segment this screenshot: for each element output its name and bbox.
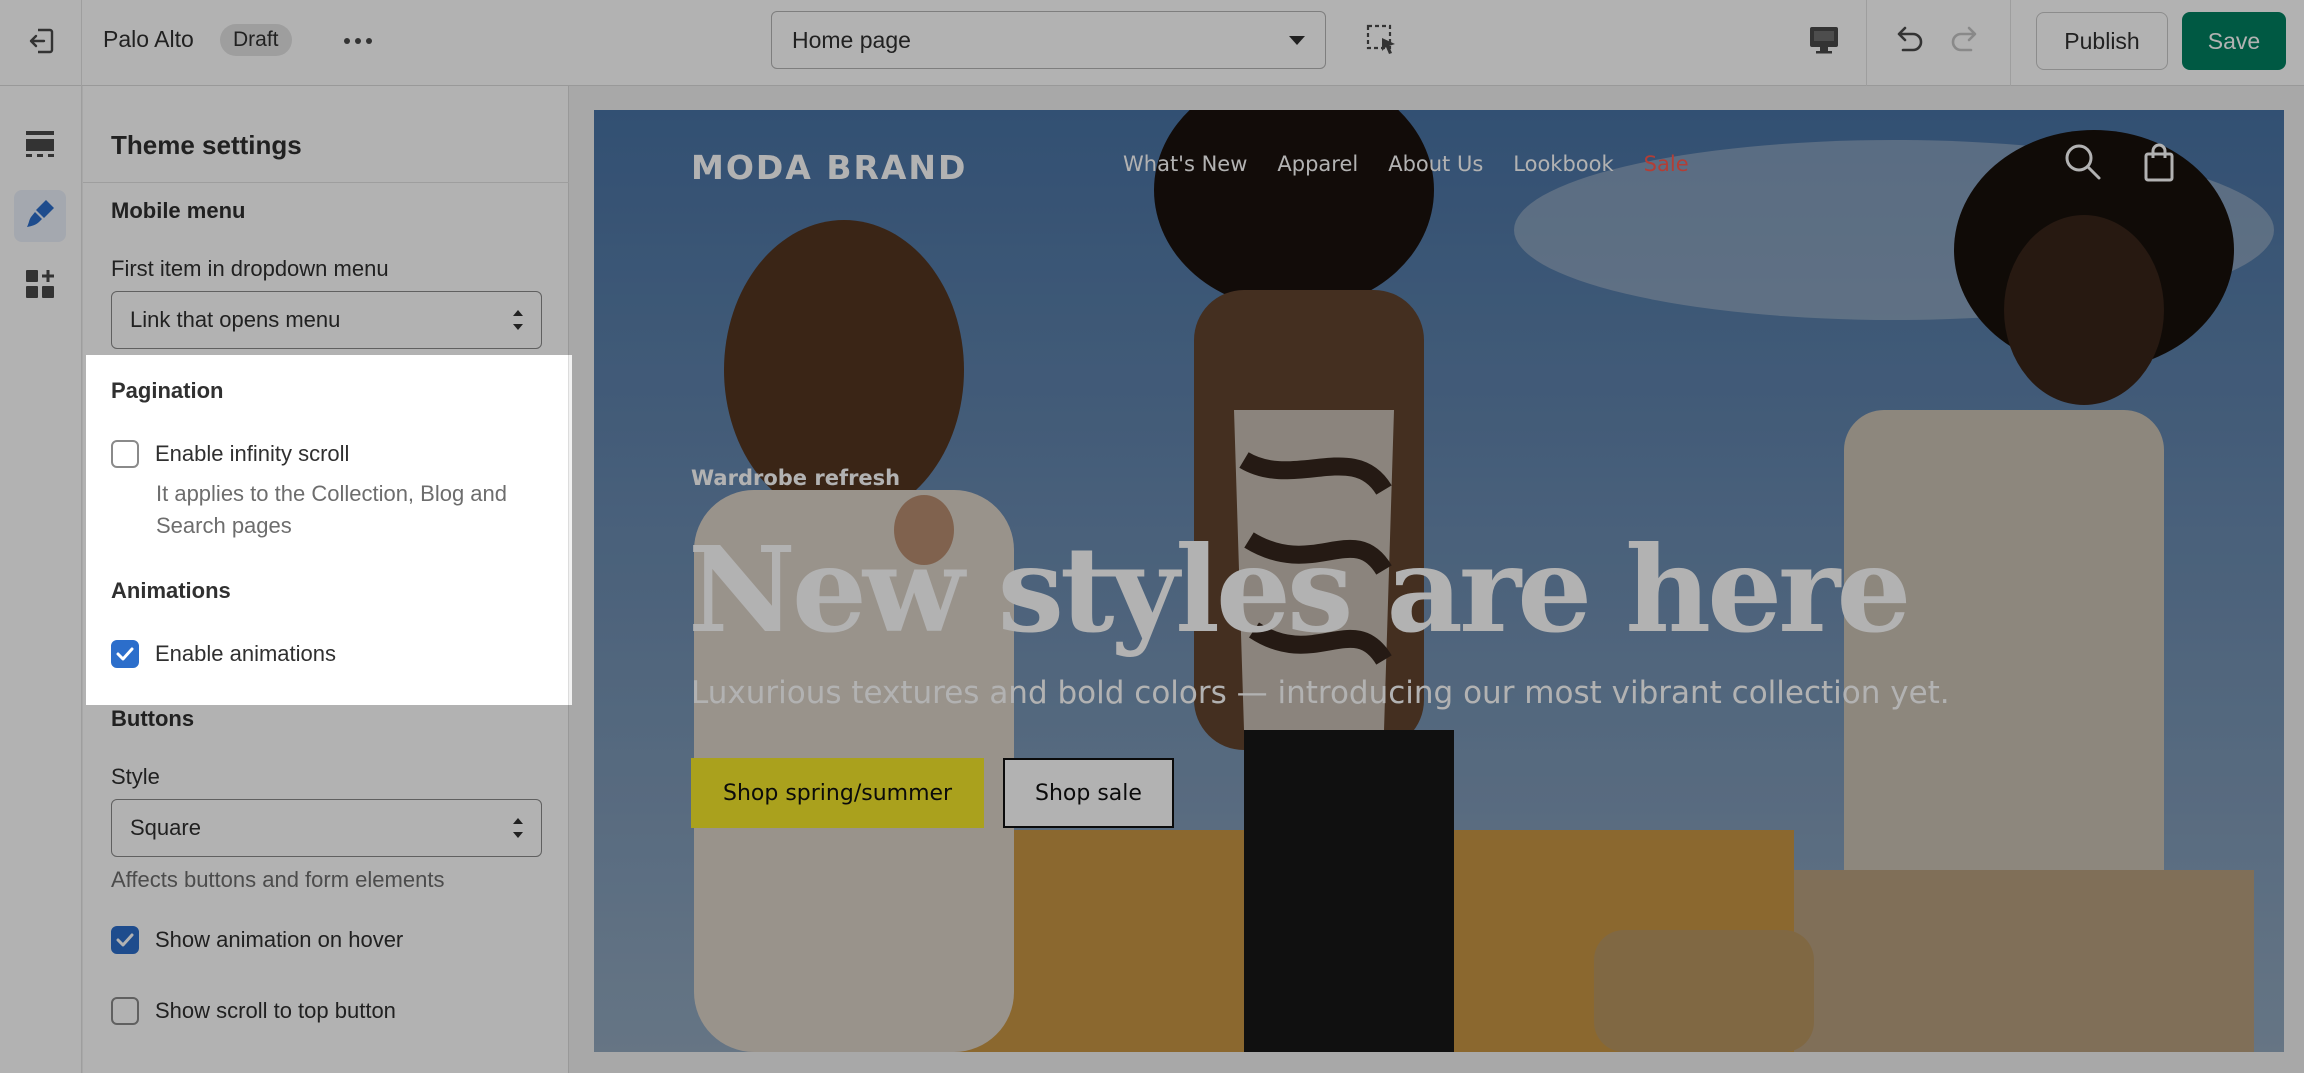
page-selector[interactable]: Home page xyxy=(771,11,1326,69)
status-badge: Draft xyxy=(220,24,292,56)
button-style-value: Square xyxy=(130,815,201,840)
storefront-preview[interactable]: MODA BRAND What's New Apparel About Us L… xyxy=(594,110,2284,1052)
rail-item-apps[interactable] xyxy=(14,260,66,312)
more-horizontal-icon xyxy=(343,33,373,51)
undo-icon xyxy=(1891,24,1925,61)
desktop-view-button[interactable] xyxy=(1800,18,1848,66)
search-icon[interactable] xyxy=(2063,142,2103,187)
rail-item-theme-settings[interactable] xyxy=(14,190,66,242)
top-bar: Palo Alto Draft Home page Publish Save xyxy=(0,0,2304,86)
panel-title: Theme settings xyxy=(111,130,302,160)
infinity-scroll-label: Enable infinity scroll xyxy=(155,441,350,466)
hero-subheading: Luxurious textures and bold colors — int… xyxy=(691,675,1950,711)
inspector-icon xyxy=(1365,23,1399,62)
pagination-heading: Pagination xyxy=(111,378,224,403)
button-style-label: Style xyxy=(111,764,160,789)
store-name: Palo Alto xyxy=(103,26,194,52)
infinity-scroll-option[interactable]: Enable infinity scroll xyxy=(111,440,349,468)
more-actions-button[interactable] xyxy=(338,22,378,62)
exit-icon xyxy=(26,26,56,61)
enable-animations-option[interactable]: Enable animations xyxy=(111,640,336,668)
panel-divider xyxy=(83,182,569,183)
page-selector-value: Home page xyxy=(792,26,911,53)
enable-animations-label: Enable animations xyxy=(155,641,337,666)
undo-button[interactable] xyxy=(1886,18,1930,66)
hero-eyebrow: Wardrobe refresh xyxy=(691,466,901,490)
desktop-icon xyxy=(1808,25,1840,60)
publish-button[interactable]: Publish xyxy=(2036,12,2168,70)
theme-settings-icon xyxy=(24,198,56,235)
infinity-scroll-checkbox[interactable] xyxy=(111,440,139,468)
cart-icon[interactable] xyxy=(2143,142,2175,187)
dropdown-first-item-value: Link that opens menu xyxy=(130,307,341,332)
hover-animation-option[interactable]: Show animation on hover xyxy=(111,926,403,954)
infinity-scroll-help-line: Search pages xyxy=(156,513,292,538)
nav-link-about-us[interactable]: About Us xyxy=(1388,152,1483,176)
save-button[interactable]: Save xyxy=(2182,12,2286,70)
redo-button[interactable] xyxy=(1944,18,1988,66)
exit-button[interactable] xyxy=(0,0,82,86)
nav-link-sale[interactable]: Sale xyxy=(1644,152,1689,176)
apps-icon xyxy=(24,268,56,305)
shop-spring-summer-button[interactable]: Shop spring/summer xyxy=(691,758,985,828)
dropdown-first-item-label: First item in dropdown menu xyxy=(111,256,389,281)
redo-icon xyxy=(1949,24,1983,61)
toolbar-divider xyxy=(2010,0,2011,86)
nav-link-whats-new[interactable]: What's New xyxy=(1123,152,1247,176)
toolbar-divider xyxy=(1866,0,1867,86)
button-style-select[interactable]: Square xyxy=(111,799,542,857)
scroll-top-label: Show scroll to top button xyxy=(155,998,396,1023)
store-nav: What's New Apparel About Us Lookbook Sal… xyxy=(1123,152,1689,176)
hover-animation-checkbox[interactable] xyxy=(111,926,139,954)
shop-sale-button[interactable]: Shop sale xyxy=(1003,758,1174,828)
hero-headline: New styles are here xyxy=(688,520,1911,659)
store-logo[interactable]: MODA BRAND xyxy=(691,148,967,187)
infinity-scroll-help: It applies to the Collection, Blog and S… xyxy=(156,478,507,542)
rail-item-sections[interactable] xyxy=(14,120,66,172)
animations-heading: Animations xyxy=(111,578,231,603)
enable-animations-checkbox[interactable] xyxy=(111,640,139,668)
button-style-help: Affects buttons and form elements xyxy=(111,867,445,892)
editor-nav-rail xyxy=(0,86,82,1073)
hover-animation-label: Show animation on hover xyxy=(155,927,404,952)
select-arrows-icon xyxy=(513,310,523,330)
infinity-scroll-help-line: It applies to the Collection, Blog and xyxy=(156,481,508,506)
inspector-button[interactable] xyxy=(1362,20,1402,64)
nav-link-apparel[interactable]: Apparel xyxy=(1277,152,1358,176)
chevron-down-icon xyxy=(1289,36,1305,45)
select-arrows-icon xyxy=(513,818,523,838)
mobile-menu-heading: Mobile menu xyxy=(111,198,246,223)
nav-link-lookbook[interactable]: Lookbook xyxy=(1513,152,1613,176)
theme-settings-panel: Theme settings Mobile menu First item in… xyxy=(83,86,569,1073)
scroll-top-option[interactable]: Show scroll to top button xyxy=(111,997,396,1025)
checkmark-icon xyxy=(116,933,134,947)
buttons-heading: Buttons xyxy=(111,706,195,731)
store-header-icons xyxy=(2063,142,2175,187)
checkmark-icon xyxy=(116,647,134,661)
dropdown-first-item-select[interactable]: Link that opens menu xyxy=(111,291,542,349)
sections-icon xyxy=(24,129,56,164)
scroll-top-checkbox[interactable] xyxy=(111,997,139,1025)
